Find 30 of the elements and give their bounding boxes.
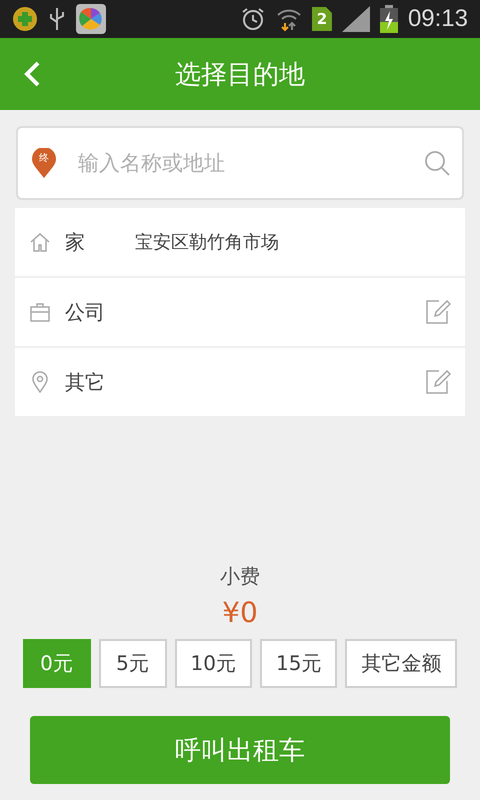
- place-row[interactable]: 家 宝安区勒竹角市场: [15, 208, 465, 276]
- search-icon[interactable]: [424, 150, 450, 176]
- tip-label: 小费: [220, 563, 260, 590]
- briefcase-icon: [29, 301, 51, 323]
- place-label: 家: [65, 228, 86, 256]
- place-row[interactable]: 其它: [15, 348, 465, 416]
- tip-option[interactable]: 15元: [260, 639, 338, 688]
- usb-icon: [48, 6, 66, 32]
- tip-option[interactable]: 5元: [98, 639, 167, 688]
- app-icon: [12, 6, 38, 32]
- place-label: 其它: [65, 368, 106, 396]
- destination-pin-icon: 终: [32, 148, 56, 178]
- place-address: 宝安区勒竹角市场: [135, 231, 280, 254]
- page-title: 选择目的地: [175, 58, 305, 92]
- tip-option[interactable]: 10元: [174, 639, 252, 688]
- sim-badge: 2: [312, 7, 332, 31]
- tip-amount: ¥0: [222, 596, 258, 629]
- edit-icon[interactable]: [425, 299, 451, 325]
- alarm-icon: [240, 6, 266, 32]
- home-icon: [29, 231, 51, 253]
- search-field[interactable]: 输入名称或地址: [76, 150, 404, 176]
- tip-option[interactable]: 其它金额: [345, 639, 458, 688]
- app-icon: [76, 4, 106, 34]
- place-row[interactable]: 公司: [15, 278, 465, 346]
- signal-icon: [342, 6, 370, 32]
- battery-icon: [380, 5, 398, 33]
- search-bar[interactable]: 终 输入名称或地址: [16, 126, 464, 200]
- place-label: 公司: [65, 298, 106, 326]
- clock-time: 09:13: [408, 5, 468, 33]
- edit-icon[interactable]: [425, 369, 451, 395]
